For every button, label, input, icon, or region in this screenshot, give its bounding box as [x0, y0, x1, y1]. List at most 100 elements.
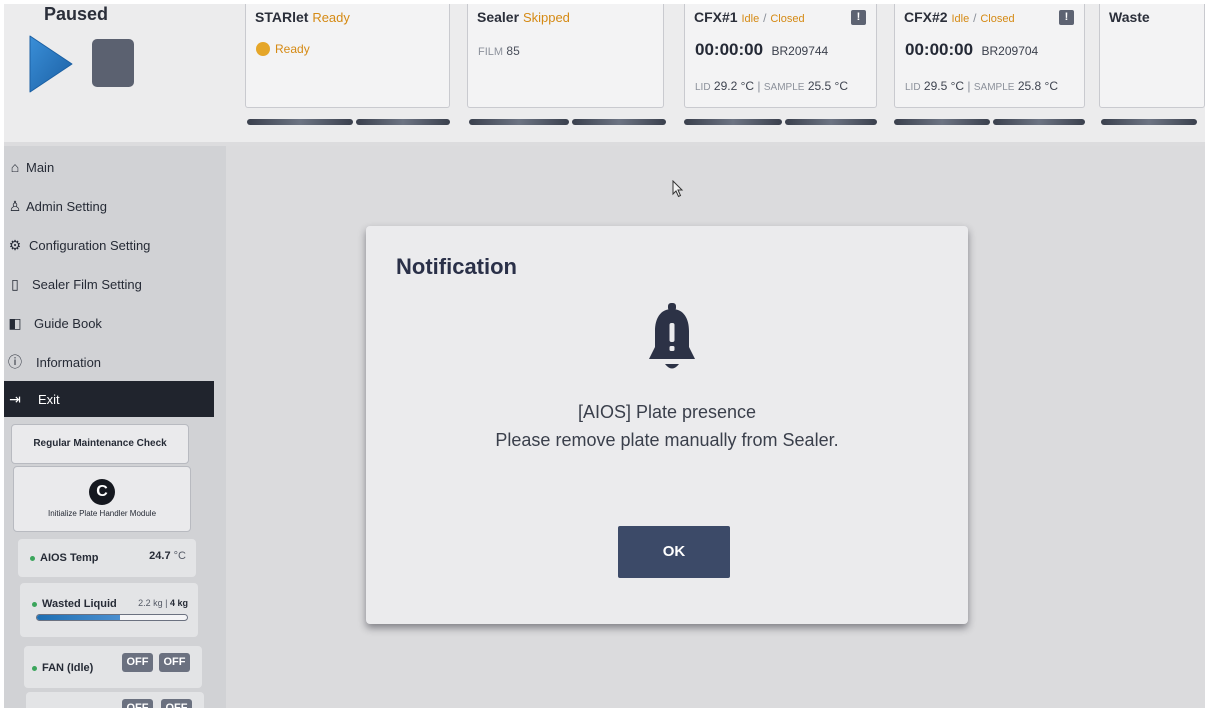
conveyor-track	[247, 119, 353, 125]
exit-icon: ⇥	[9, 390, 21, 407]
status-dot-icon	[32, 665, 37, 671]
fan-label: FAN (Idle)	[32, 662, 93, 674]
conveyor-track	[785, 119, 877, 125]
cfx2-door: Closed	[980, 13, 1015, 25]
next-status-box: OFF OFF	[26, 692, 204, 708]
regular-maintenance-check-button[interactable]: Regular Maintenance Check	[11, 424, 189, 464]
sidebar-item-label: Guide Book	[34, 315, 102, 331]
cfx1-temps: LID 29.2 °C | SAMPLE 25.5 °C	[695, 79, 848, 93]
starlet-name: STARlet	[255, 9, 309, 25]
cfx2-sample-label: SAMPLE	[973, 82, 1015, 93]
top-status-bar: Paused STARlet Ready Ready Sealer Skippe…	[4, 4, 1205, 142]
ready-dot-icon	[256, 42, 270, 56]
sidebar: ⌂ Main ♙ Admin Setting ⚙ Configuration S…	[4, 146, 226, 708]
wasted-liquid-progress-fill	[37, 615, 120, 620]
initialize-plate-handler-button[interactable]: C Initialize Plate Handler Module	[13, 466, 191, 532]
cfx1-sample-value: 25.5	[807, 79, 832, 93]
sealer-film: FILM 85	[478, 44, 520, 58]
fan-toggle-2[interactable]: OFF	[159, 653, 190, 672]
cfx1-timer-line: 00:00:00 BR209744	[695, 40, 828, 60]
initialize-label: Initialize Plate Handler Module	[47, 509, 157, 518]
cfx2-barcode: BR209704	[981, 44, 1039, 58]
cfx1-name: CFX#1	[694, 9, 738, 25]
sidebar-item-exit[interactable]: ⇥ Exit	[4, 381, 214, 417]
stop-button[interactable]	[92, 39, 134, 87]
sidebar-item-label: Exit	[38, 391, 60, 407]
cfx2-name: CFX#2	[904, 9, 948, 25]
cfx2-alert-icon[interactable]: !	[1059, 10, 1074, 25]
conveyor-track	[469, 119, 569, 125]
sidebar-item-sealer-film-setting[interactable]: ▯ Sealer Film Setting	[4, 266, 214, 302]
wasted-liquid-value: 2.2 kg | 4 kg	[138, 598, 188, 608]
cfx1-lid-unit: °C	[740, 79, 755, 93]
cfx2-pipe: |	[967, 79, 971, 93]
fan-toggle-1[interactable]: OFF	[122, 653, 153, 672]
next-toggle-1[interactable]: OFF	[122, 699, 153, 708]
aios-temp-number: 24.7	[149, 550, 171, 562]
cfx1-card: CFX#1 Idle / Closed ! 00:00:00 BR209744 …	[684, 4, 877, 108]
cfx1-door: Closed	[770, 13, 805, 25]
film-label: FILM	[478, 46, 504, 58]
status-dot-icon	[32, 601, 37, 607]
conveyor-track	[356, 119, 450, 125]
cfx1-lid-label: LID	[695, 82, 711, 93]
wasted-liquid-status: Wasted Liquid 2.2 kg | 4 kg	[20, 583, 198, 637]
film-value: 85	[506, 44, 520, 58]
notification-title: Notification	[396, 254, 517, 279]
screen: Paused STARlet Ready Ready Sealer Skippe…	[4, 4, 1205, 708]
cfx1-title: CFX#1 Idle / Closed	[694, 9, 805, 25]
sidebar-item-admin-setting[interactable]: ♙ Admin Setting	[4, 188, 214, 224]
conveyor-track	[684, 119, 782, 125]
cfx2-sample-value: 25.8	[1017, 79, 1042, 93]
sealer-status: Skipped	[522, 10, 570, 25]
sealer-name: Sealer	[477, 9, 520, 25]
ok-button[interactable]: OK	[618, 526, 730, 578]
aios-temp-unit: °C	[173, 550, 186, 562]
cfx2-timer-line: 00:00:00 BR209704	[905, 40, 1038, 60]
wasted-liquid-label: Wasted Liquid	[32, 598, 117, 610]
starlet-card: STARlet Ready Ready	[245, 4, 450, 108]
next-toggle-2[interactable]: OFF	[161, 699, 192, 708]
sealer-title: Sealer Skipped	[477, 9, 570, 25]
starlet-status: Ready	[312, 10, 350, 25]
cfx2-card: CFX#2 Idle / Closed ! 00:00:00 BR209704 …	[894, 4, 1085, 108]
gear-icon: ⚙	[8, 236, 22, 253]
sidebar-item-configuration-setting[interactable]: ⚙ Configuration Setting	[4, 227, 214, 263]
cfx1-status: Idle	[741, 13, 760, 25]
wasted-liquid-pipe: |	[165, 598, 168, 608]
sidebar-item-label: Main	[26, 159, 55, 175]
aios-temp-label-text: AIOS Temp	[40, 552, 99, 564]
cfx2-sample-unit: °C	[1044, 79, 1058, 93]
status-dot-icon	[30, 555, 35, 561]
starlet-state-text: Ready	[275, 42, 310, 56]
aios-temp-label: AIOS Temp	[30, 552, 98, 564]
wasted-liquid-amount: 2.2 kg	[138, 598, 163, 608]
sidebar-item-information[interactable]: ⓘ Information	[4, 344, 214, 380]
aios-temp-status: AIOS Temp 24.7 °C	[18, 539, 196, 577]
starlet-title: STARlet Ready	[255, 9, 350, 25]
play-icon[interactable]	[28, 34, 74, 94]
sidebar-item-label: Information	[36, 354, 102, 370]
admin-icon: ♙	[8, 197, 22, 214]
notification-dialog: Notification [AIOS] Plate presence Pleas…	[366, 226, 968, 624]
conveyor-track	[572, 119, 666, 125]
conveyor-track	[1101, 119, 1197, 125]
sealer-card: Sealer Skipped FILM 85	[467, 4, 664, 108]
initialize-icon: C	[89, 479, 115, 505]
sidebar-item-guide-book[interactable]: ◧ Guide Book	[4, 305, 214, 341]
info-icon: ⓘ	[8, 354, 22, 370]
cfx2-temps: LID 29.5 °C | SAMPLE 25.8 °C	[905, 79, 1058, 93]
bell-alert-icon	[649, 303, 695, 369]
sidebar-item-label: Sealer Film Setting	[32, 276, 142, 292]
cfx1-alert-icon[interactable]: !	[851, 10, 866, 25]
sidebar-item-main[interactable]: ⌂ Main	[4, 149, 214, 185]
cfx1-lid-value: 29.2	[713, 79, 738, 93]
cfx1-pipe: |	[757, 79, 761, 93]
conveyor-track	[894, 119, 990, 125]
cfx2-separator: /	[973, 11, 977, 25]
cfx2-lid-label: LID	[905, 82, 921, 93]
cfx1-sample-unit: °C	[834, 79, 848, 93]
cfx1-sample-label: SAMPLE	[763, 82, 805, 93]
mouse-cursor-icon	[672, 180, 684, 198]
notification-message-line-1: [AIOS] Plate presence	[577, 402, 757, 422]
